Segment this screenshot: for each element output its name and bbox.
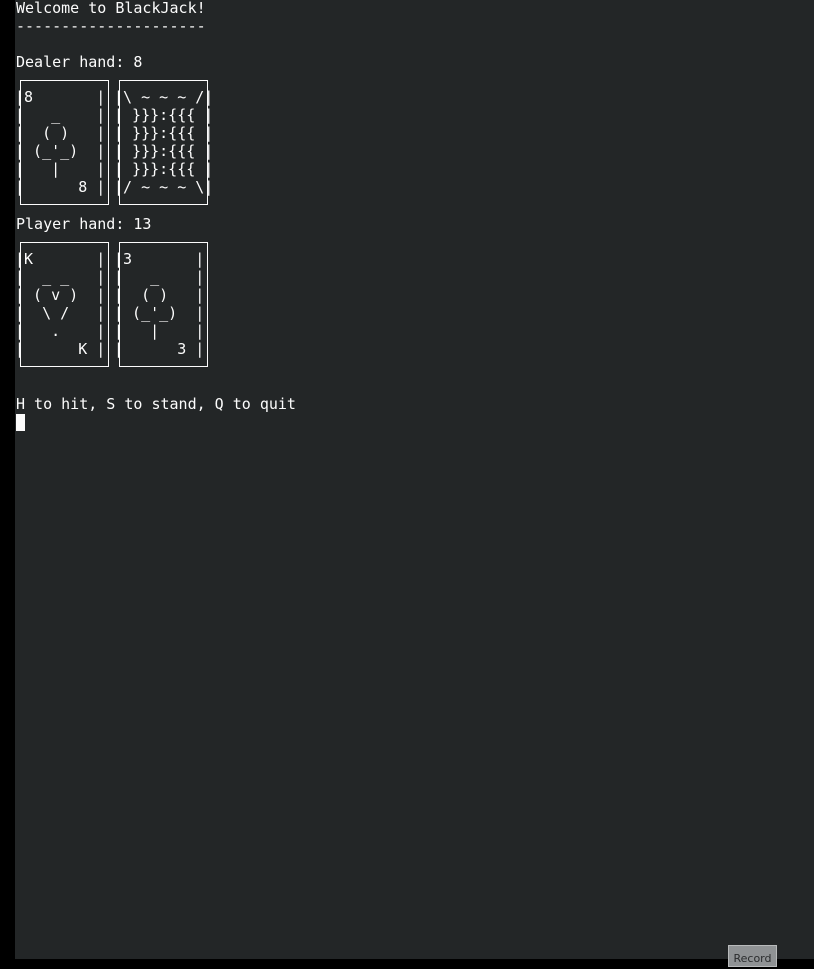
player-hand-label: Player hand: 13 [16, 215, 152, 233]
separator-line: --------------------- [16, 17, 206, 35]
dealer-card-1: |8 | | _ | | ( ) | | (_'_) | | | | | 8 | [15, 80, 109, 205]
record-button[interactable]: Record [728, 945, 777, 967]
dealer-card-2-facedown: |\ ~ ~ ~ /| | }}}:{{{ | | }}}:{{{ | | }}… [114, 80, 213, 205]
dealer-hand-label: Dealer hand: 8 [16, 53, 143, 71]
dealer-card-1-art: |8 | | _ | | ( ) | | (_'_) | | | | | 8 | [15, 88, 106, 196]
player-card-1: |K | | _ _ | | ( v ) | | \ / | | . | | K… [15, 242, 109, 367]
dealer-card-2-art: |\ ~ ~ ~ /| | }}}:{{{ | | }}}:{{{ | | }}… [114, 88, 214, 196]
welcome-text: Welcome to BlackJack! [16, 0, 206, 17]
player-card-1-art: |K | | _ _ | | ( v ) | | \ / | | . | | K… [15, 250, 106, 358]
player-card-2-art: |3 | | _ | | ( ) | | (_'_) | | | | | 3 | [114, 250, 205, 358]
player-card-2: |3 | | _ | | ( ) | | (_'_) | | | | | 3 | [114, 242, 208, 367]
text-cursor [16, 414, 25, 431]
controls-prompt: H to hit, S to stand, Q to quit [16, 395, 296, 413]
terminal-window[interactable]: Welcome to BlackJack! ------------------… [15, 0, 814, 959]
window-edge [0, 0, 15, 959]
